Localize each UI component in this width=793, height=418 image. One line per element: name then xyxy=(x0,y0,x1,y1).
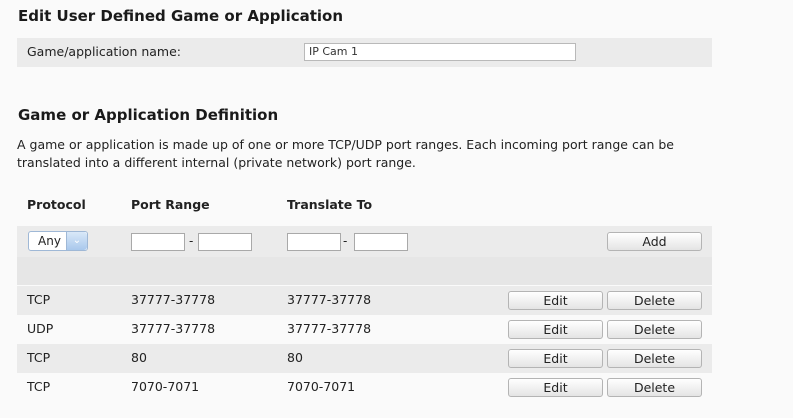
table-row: TCP 7070-7071 7070-7071 Edit Delete xyxy=(17,373,712,402)
row-protocol: TCP xyxy=(27,292,51,307)
row-protocol: TCP xyxy=(27,350,51,365)
table-row: TCP 80 80 Edit Delete xyxy=(17,344,712,373)
add-row: Any ⌄ - - Add xyxy=(17,226,712,257)
edit-button[interactable]: Edit xyxy=(508,320,603,339)
protocol-select-value: Any xyxy=(38,234,61,248)
delete-button[interactable]: Delete xyxy=(607,320,702,339)
row-protocol: UDP xyxy=(27,321,54,336)
delete-button[interactable]: Delete xyxy=(607,349,702,368)
protocol-select[interactable]: Any ⌄ xyxy=(28,231,88,251)
table-row: TCP 37777-37778 37777-37778 Edit Delete xyxy=(17,286,712,315)
header-translate-to: Translate To xyxy=(287,197,373,212)
edit-section-title: Edit User Defined Game or Application xyxy=(18,7,344,25)
name-label: Game/application name: xyxy=(27,44,182,59)
row-translate-to: 37777-37778 xyxy=(287,321,372,336)
row-port-range: 7070-7071 xyxy=(131,379,200,394)
translate-from-input[interactable] xyxy=(287,233,341,251)
delete-button[interactable]: Delete xyxy=(607,291,702,310)
definition-description: A game or application is made up of one … xyxy=(17,137,674,170)
row-port-range: 37777-37778 xyxy=(131,292,216,307)
definition-section-title: Game or Application Definition xyxy=(18,106,279,124)
edit-button[interactable]: Edit xyxy=(508,291,603,310)
edit-button[interactable]: Edit xyxy=(508,349,603,368)
translate-range-separator: - xyxy=(343,234,348,248)
row-port-range: 80 xyxy=(131,350,147,365)
name-row: Game/application name: IP Cam 1 xyxy=(17,38,712,67)
game-name-input[interactable]: IP Cam 1 xyxy=(304,43,576,61)
row-protocol: TCP xyxy=(27,379,51,394)
header-protocol: Protocol xyxy=(27,197,86,212)
translate-to-input[interactable] xyxy=(354,233,408,251)
row-translate-to: 37777-37778 xyxy=(287,292,372,307)
table-spacer xyxy=(17,257,712,285)
table-row: UDP 37777-37778 37777-37778 Edit Delete xyxy=(17,315,712,344)
port-range-to-input[interactable] xyxy=(198,233,252,251)
chevron-down-icon[interactable]: ⌄ xyxy=(66,232,87,250)
edit-button[interactable]: Edit xyxy=(508,378,603,397)
delete-button[interactable]: Delete xyxy=(607,378,702,397)
add-button[interactable]: Add xyxy=(607,232,702,251)
port-range-from-input[interactable] xyxy=(131,233,185,251)
port-range-separator: - xyxy=(189,234,194,248)
row-translate-to: 7070-7071 xyxy=(287,379,356,394)
row-translate-to: 80 xyxy=(287,350,303,365)
header-port-range: Port Range xyxy=(131,197,210,212)
row-port-range: 37777-37778 xyxy=(131,321,216,336)
